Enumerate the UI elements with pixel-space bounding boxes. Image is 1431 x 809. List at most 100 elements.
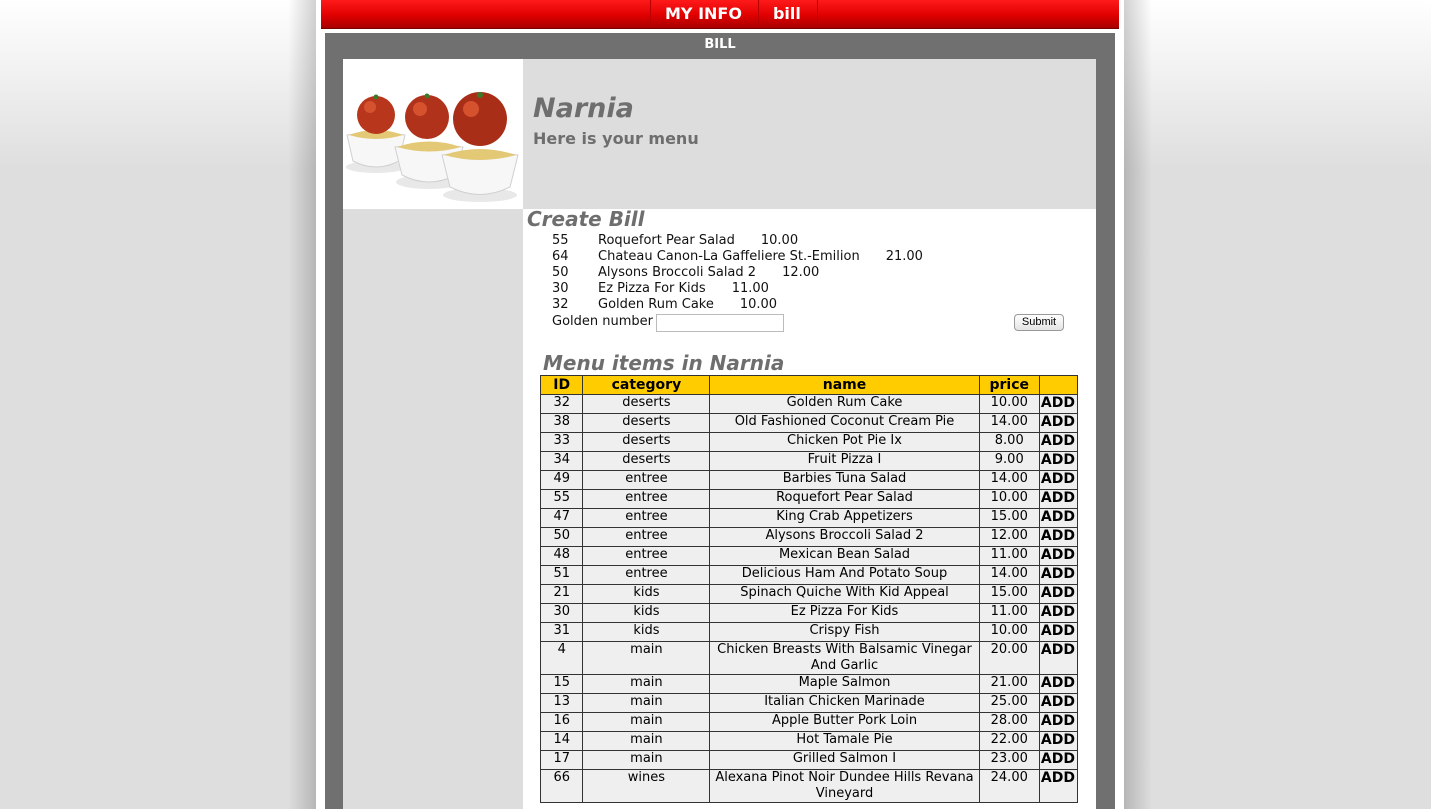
bill-item-price: 12.00 — [782, 265, 820, 280]
cell-id: 33 — [539, 432, 584, 452]
add-button[interactable]: ADD — [1038, 693, 1079, 713]
cell-id: 34 — [539, 451, 584, 471]
cell-id: 31 — [539, 622, 584, 642]
create-bill-title: Create Bill — [527, 207, 645, 231]
cell-id: 17 — [539, 750, 584, 770]
page-shadow-right — [1124, 0, 1152, 809]
bill-item-id: 50 — [552, 265, 569, 280]
add-button[interactable]: ADD — [1038, 527, 1079, 547]
add-button[interactable]: ADD — [1038, 584, 1079, 604]
cell-category: kids — [582, 603, 711, 623]
add-button[interactable]: ADD — [1038, 674, 1079, 694]
cell-id: 66 — [539, 769, 584, 803]
submit-button[interactable]: Submit — [1014, 314, 1064, 331]
add-button[interactable]: ADD — [1038, 603, 1079, 623]
cell-category: main — [582, 731, 711, 751]
cell-id: 21 — [539, 584, 584, 604]
table-row: 66 wines Alexana Pinot Noir Dundee Hills R… — [539, 769, 1079, 803]
cell-name: King Crab Appetizers — [709, 508, 980, 528]
meatball-spaghetti-photo — [343, 59, 523, 209]
cell-category: main — [582, 693, 711, 713]
nav-menu: MY INFO bill — [650, 0, 818, 28]
cell-name: Hot Tamale Pie — [709, 731, 980, 751]
column-header-name: name — [709, 375, 980, 395]
bill-item: 32 Golden Rum Cake 10.00 — [552, 297, 923, 313]
add-button[interactable]: ADD — [1038, 750, 1079, 770]
add-button[interactable]: ADD — [1038, 565, 1079, 585]
cell-name: Alexana Pinot Noir Dundee Hills Revana V… — [709, 769, 980, 803]
cell-price: 11.00 — [978, 546, 1040, 566]
cell-price: 21.00 — [978, 674, 1040, 694]
frame-title: BILL — [704, 37, 736, 52]
cell-category: entree — [582, 489, 711, 509]
menu-table: ID category name price 32 deserts Golden R… — [539, 375, 1079, 803]
nav-item-bill[interactable]: bill — [757, 0, 818, 28]
add-button[interactable]: ADD — [1038, 546, 1079, 566]
cell-price: 11.00 — [978, 603, 1040, 623]
cell-id: 48 — [539, 546, 584, 566]
cell-price: 10.00 — [978, 394, 1040, 414]
table-row: 48 entree Mexican Bean Salad 11.00 ADD — [539, 546, 1079, 566]
bill-item-price: 11.00 — [731, 281, 769, 296]
add-button[interactable]: ADD — [1038, 394, 1079, 414]
cell-category: entree — [582, 546, 711, 566]
add-button[interactable]: ADD — [1038, 508, 1079, 528]
cell-id: 14 — [539, 731, 584, 751]
table-row: 31 kids Crispy Fish 10.00 ADD — [539, 622, 1079, 642]
table-row: 33 deserts Chicken Pot Pie Ix 8.00 ADD — [539, 432, 1079, 452]
cell-category: kids — [582, 622, 711, 642]
add-button[interactable]: ADD — [1038, 489, 1079, 509]
bill-item-list: 55 Roquefort Pear Salad 10.00 64 Chateau Can… — [552, 233, 923, 313]
bill-item-id: 64 — [552, 249, 569, 264]
bill-item-name: Ez Pizza For Kids — [598, 281, 706, 296]
add-button[interactable]: ADD — [1038, 769, 1079, 803]
cell-id: 32 — [539, 394, 584, 414]
table-row: 50 entree Alysons Broccoli Salad 2 12.00 ADD — [539, 527, 1079, 547]
page-shadow-left — [288, 0, 316, 809]
golden-number-input[interactable] — [656, 314, 784, 332]
cell-category: deserts — [582, 413, 711, 433]
cell-id: 13 — [539, 693, 584, 713]
table-row: 13 main Italian Chicken Marinade 25.00 ADD — [539, 693, 1079, 713]
add-button[interactable]: ADD — [1038, 413, 1079, 433]
bill-item-id: 30 — [552, 281, 569, 296]
cell-category: main — [582, 750, 711, 770]
cell-id: 15 — [539, 674, 584, 694]
cell-name: Apple Butter Pork Loin — [709, 712, 980, 732]
cell-name: Fruit Pizza I — [709, 451, 980, 471]
cell-category: deserts — [582, 451, 711, 471]
cell-category: main — [582, 641, 711, 675]
nav-item-my-info[interactable]: MY INFO — [650, 0, 758, 28]
table-row: 15 main Maple Salmon 21.00 ADD — [539, 674, 1079, 694]
cell-category: kids — [582, 584, 711, 604]
restaurant-banner: Narnia Here is your menu — [343, 59, 1096, 209]
content-area: Create Bill 55 Roquefort Pear Salad 10.00 6… — [523, 207, 1096, 809]
table-row: 21 kids Spinach Quiche With Kid Appeal 15.0… — [539, 584, 1079, 604]
add-button[interactable]: ADD — [1038, 712, 1079, 732]
table-row: 34 deserts Fruit Pizza I 9.00 ADD — [539, 451, 1079, 471]
bill-item-id: 32 — [552, 297, 569, 312]
column-header-category: category — [582, 375, 711, 395]
add-button[interactable]: ADD — [1038, 432, 1079, 452]
add-button[interactable]: ADD — [1038, 641, 1079, 675]
bill-item-id: 55 — [552, 233, 569, 248]
cell-price: 28.00 — [978, 712, 1040, 732]
menu-table-body: 32 deserts Golden Rum Cake 10.00 ADD 38 desert… — [539, 394, 1079, 803]
cell-id: 30 — [539, 603, 584, 623]
cell-category: wines — [582, 769, 711, 803]
cell-name: Mexican Bean Salad — [709, 546, 980, 566]
table-row: 17 main Grilled Salmon I 23.00 ADD — [539, 750, 1079, 770]
cell-id: 47 — [539, 508, 584, 528]
add-button[interactable]: ADD — [1038, 622, 1079, 642]
cell-id: 49 — [539, 470, 584, 490]
cell-name: Barbies Tuna Salad — [709, 470, 980, 490]
cell-category: deserts — [582, 432, 711, 452]
add-button[interactable]: ADD — [1038, 731, 1079, 751]
bill-item-price: 10.00 — [739, 297, 778, 312]
cell-id: 55 — [539, 489, 584, 509]
add-button[interactable]: ADD — [1038, 470, 1079, 490]
top-navbar: MY INFO bill — [321, 0, 1119, 29]
cell-price: 14.00 — [978, 470, 1040, 490]
bill-item-name: Chateau Canon-La Gaffeliere St.-Emilion — [598, 249, 860, 264]
add-button[interactable]: ADD — [1038, 451, 1079, 471]
